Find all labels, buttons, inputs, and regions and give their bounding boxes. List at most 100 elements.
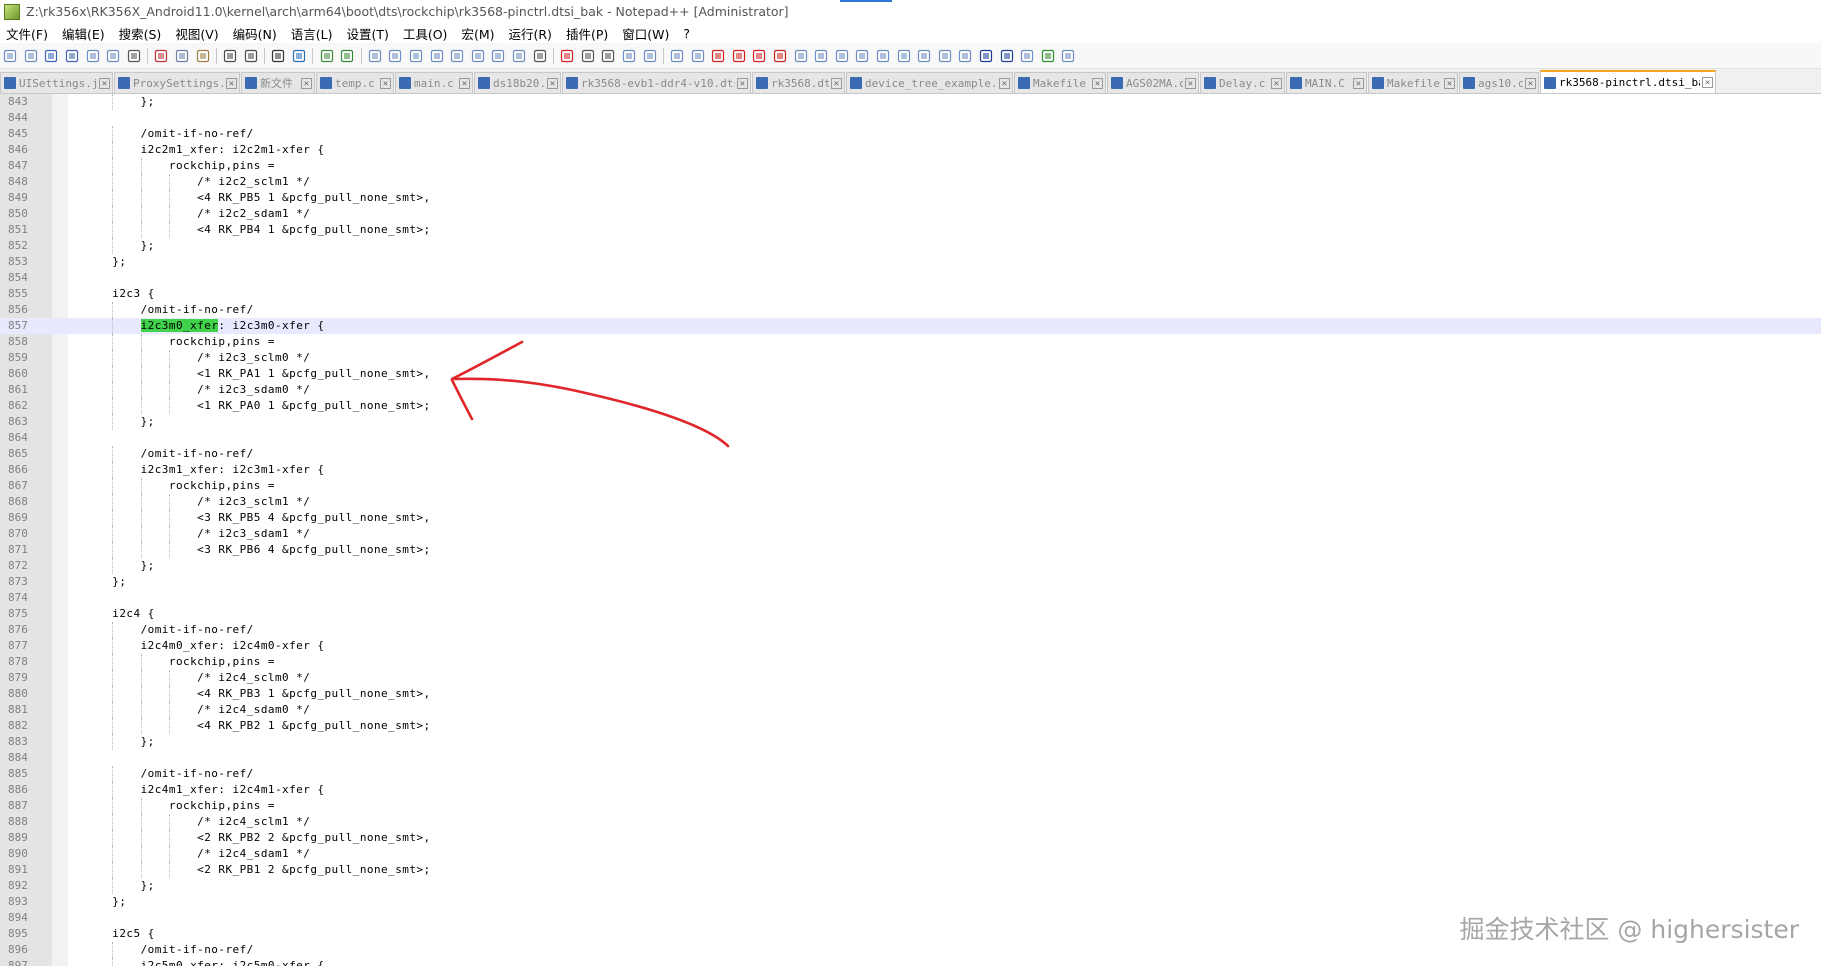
tab-7[interactable]: rk3568.dtsi✕	[752, 72, 845, 93]
menu-item-12[interactable]: ?	[675, 26, 696, 41]
folder-workspace-icon[interactable]	[490, 48, 506, 64]
tab-3[interactable]: temp.c ✕	[316, 72, 394, 93]
sync-v-icon[interactable]	[669, 48, 685, 64]
settings-icon[interactable]	[1060, 48, 1076, 64]
play-macro-icon[interactable]	[600, 48, 616, 64]
monitor-icon[interactable]	[511, 48, 527, 64]
indent-guide-icon[interactable]	[408, 48, 424, 64]
compare-icon[interactable]	[854, 48, 870, 64]
doc-map-icon[interactable]	[449, 48, 465, 64]
tab-12[interactable]: MAIN.C ✕	[1286, 72, 1367, 93]
tab-close-icon[interactable]: ✕	[301, 77, 312, 89]
menu-item-8[interactable]: 宏(M)	[453, 24, 500, 43]
copy-icon[interactable]	[174, 48, 190, 64]
code-text: };	[84, 255, 127, 268]
tab-5[interactable]: ds18b20.c✕	[474, 72, 561, 93]
new-file-icon[interactable]	[2, 48, 18, 64]
tab-close-icon[interactable]: ✕	[459, 77, 470, 89]
paste-icon[interactable]	[195, 48, 211, 64]
menu-item-6[interactable]: 设置(T)	[338, 24, 394, 43]
doc-icon[interactable]	[875, 48, 891, 64]
step-out-icon[interactable]	[834, 48, 850, 64]
cut-icon[interactable]	[153, 48, 169, 64]
tab-close-icon[interactable]: ✕	[999, 77, 1010, 89]
eye-icon[interactable]	[532, 48, 548, 64]
menu-item-7[interactable]: 工具(O)	[395, 24, 454, 43]
menu-item-2[interactable]: 搜索(S)	[111, 24, 168, 43]
tab-1[interactable]: ProxySettings.json✕	[114, 72, 240, 93]
redo-icon[interactable]	[243, 48, 259, 64]
zoom-in-icon[interactable]	[319, 48, 335, 64]
tab-close-icon[interactable]: ✕	[1444, 77, 1455, 89]
tab-6[interactable]: rk3568-evb1-ddr4-v10.dtsi ✕	[562, 72, 751, 93]
step-into-icon[interactable]	[793, 48, 809, 64]
menu-item-3[interactable]: 视图(V)	[167, 24, 224, 43]
save-icon[interactable]	[43, 48, 59, 64]
print-icon[interactable]	[126, 48, 142, 64]
first-icon[interactable]	[710, 48, 726, 64]
tab-11[interactable]: Delay.c ✕	[1200, 72, 1285, 93]
doc3-icon[interactable]	[916, 48, 932, 64]
hex-icon[interactable]	[957, 48, 973, 64]
code-editor[interactable]: 843 }; 844 845 /omit-if-no-ref/846 i2c2m1_…	[0, 94, 1821, 966]
ampersand-icon[interactable]	[978, 48, 994, 64]
user-lang-icon[interactable]	[429, 48, 445, 64]
clear-icon[interactable]	[999, 48, 1015, 64]
step-over-icon[interactable]	[813, 48, 829, 64]
tab-14[interactable]: ags10.c ✕	[1459, 72, 1539, 93]
undo-icon[interactable]	[222, 48, 238, 64]
stop-record-icon[interactable]	[580, 48, 596, 64]
tab-0[interactable]: UISettings.json✕	[0, 72, 113, 93]
code-text: <4 RK_PB2 1 &pcfg_pull_none_smt>;	[84, 719, 431, 732]
tab-close-icon[interactable]: ✕	[1353, 77, 1364, 89]
menu-item-5[interactable]: 语言(L)	[283, 24, 339, 43]
tab-10[interactable]: AGS02MA.c ✕	[1107, 72, 1199, 93]
record-macro-icon[interactable]	[559, 48, 575, 64]
open-file-icon[interactable]	[23, 48, 39, 64]
tab-close-icon[interactable]: ✕	[737, 77, 748, 89]
next-icon[interactable]	[751, 48, 767, 64]
function-list-icon[interactable]	[470, 48, 486, 64]
last-icon[interactable]	[772, 48, 788, 64]
tab-9[interactable]: Makefile ✕	[1014, 72, 1106, 93]
zoom-out-icon[interactable]	[339, 48, 355, 64]
menu-item-11[interactable]: 窗口(W)	[614, 24, 675, 43]
tab-4[interactable]: main.c ✕	[395, 72, 473, 93]
tab-close-icon[interactable]: ✕	[1271, 77, 1282, 89]
menu-item-9[interactable]: 运行(R)	[500, 24, 557, 43]
tab-15[interactable]: rk3568-pinctrl.dtsi_bak ✕	[1540, 70, 1716, 93]
menu-item-0[interactable]: 文件(F)	[0, 24, 54, 43]
run-macro-multiple-icon[interactable]	[621, 48, 637, 64]
close-all-icon[interactable]	[105, 48, 121, 64]
tab-close-icon[interactable]: ✕	[831, 77, 842, 89]
tab-close-icon[interactable]: ✕	[1702, 77, 1713, 88]
show-all-chars-icon[interactable]	[387, 48, 403, 64]
arrow-left-icon[interactable]	[1019, 48, 1035, 64]
tab-close-icon[interactable]: ✕	[226, 77, 237, 89]
tab-close-icon[interactable]: ✕	[1185, 77, 1196, 89]
menu-item-10[interactable]: 插件(P)	[558, 24, 614, 43]
code-line: 847 rockchip,pins =	[0, 158, 1821, 174]
save-macro-icon[interactable]	[642, 48, 658, 64]
doc2-icon[interactable]	[896, 48, 912, 64]
tab-close-icon[interactable]: ✕	[380, 77, 391, 89]
find-icon[interactable]	[270, 48, 286, 64]
spellcheck-icon[interactable]	[690, 48, 706, 64]
tab-2[interactable]: 新文件 2✕	[241, 72, 315, 93]
prev-icon[interactable]	[731, 48, 747, 64]
tab-8[interactable]: device_tree_example.c ✕	[846, 72, 1013, 93]
tab-close-icon[interactable]: ✕	[99, 77, 110, 89]
indent-guide	[140, 862, 142, 878]
replace-icon[interactable]	[291, 48, 307, 64]
tab-close-icon[interactable]: ✕	[547, 77, 558, 89]
tab-close-icon[interactable]: ✕	[1525, 77, 1536, 89]
find-doc-icon[interactable]	[937, 48, 953, 64]
menu-item-1[interactable]: 编辑(E)	[54, 24, 111, 43]
check-icon[interactable]	[1040, 48, 1056, 64]
close-icon[interactable]	[85, 48, 101, 64]
menu-item-4[interactable]: 编码(N)	[225, 24, 283, 43]
word-wrap-icon[interactable]	[367, 48, 383, 64]
save-all-icon[interactable]	[64, 48, 80, 64]
tab-close-icon[interactable]: ✕	[1092, 77, 1103, 89]
tab-13[interactable]: Makefile ✕	[1368, 72, 1458, 93]
